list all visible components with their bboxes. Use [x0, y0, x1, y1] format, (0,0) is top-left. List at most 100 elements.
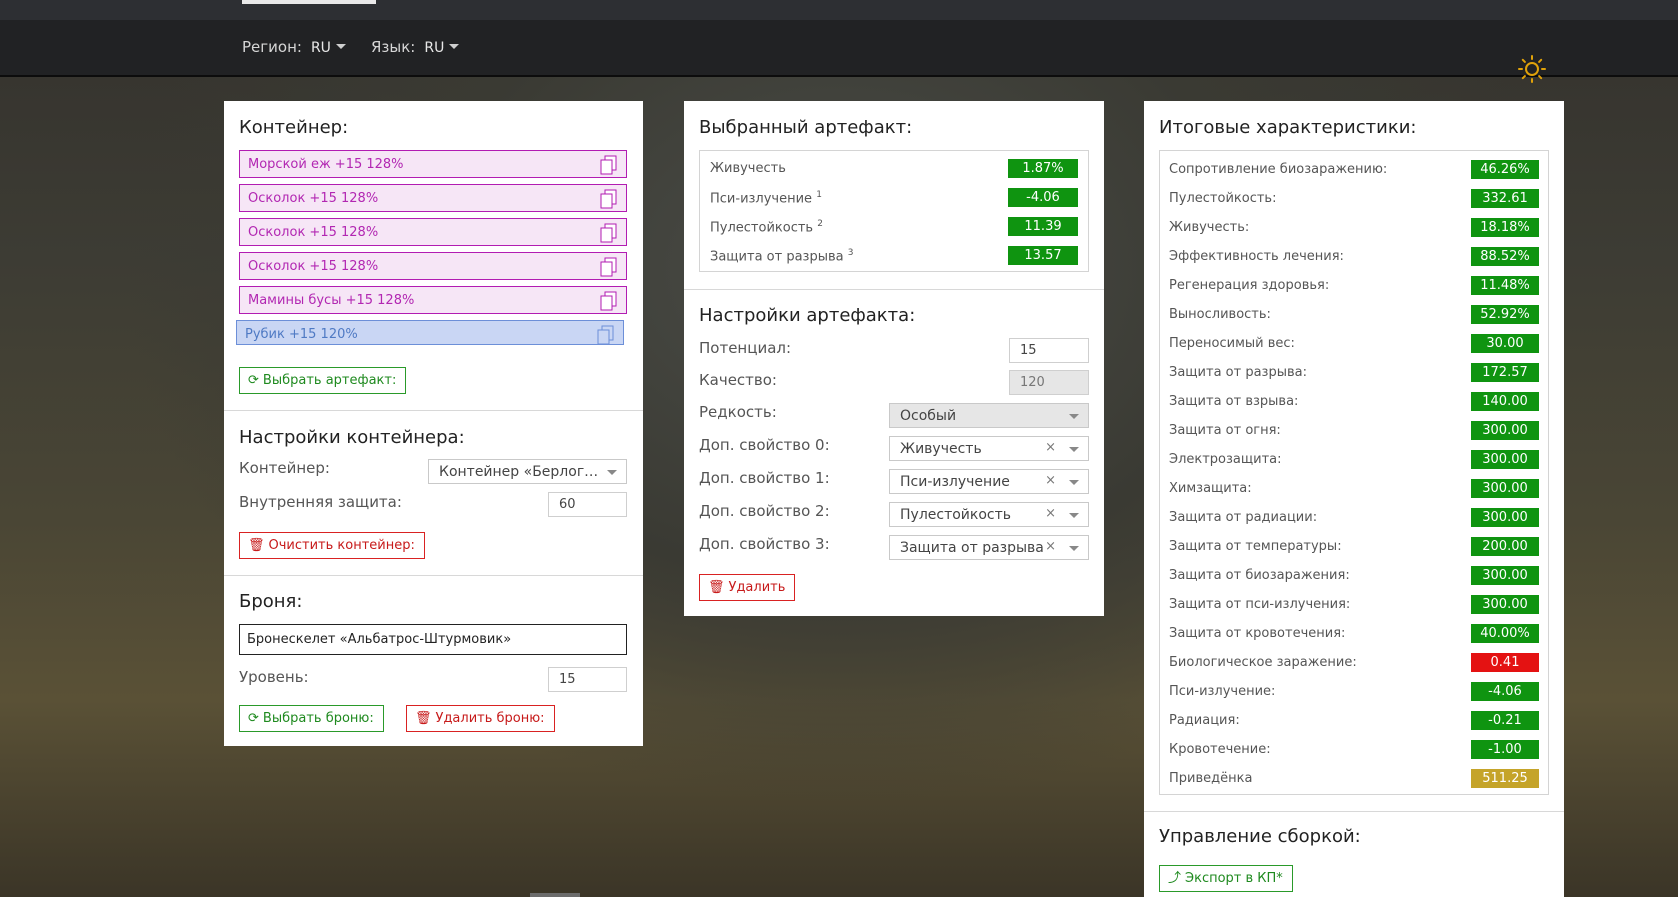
artifact-slot-label: Морской еж +15 128% — [248, 157, 404, 172]
container-settings-title: Настройки контейнера: — [239, 427, 465, 448]
delete-artifact-button[interactable]: 🗑 Удалить — [699, 574, 796, 601]
language-value[interactable]: RU — [424, 40, 444, 56]
region-selector[interactable]: Регион: RU — [242, 38, 346, 56]
theme-toggle-sun-icon[interactable] — [1518, 55, 1546, 83]
stat-name: Защита от разрыва 3 — [710, 248, 854, 265]
armor-level-input[interactable]: 15 — [548, 667, 627, 692]
total-stat-value: 300.00 — [1471, 479, 1539, 498]
extra0-value: Живучесть — [900, 441, 982, 457]
armor-title: Броня: — [239, 591, 303, 612]
total-stat-row: Переносимый вес: 30.00 — [1169, 334, 1539, 354]
total-stat-value: 300.00 — [1471, 566, 1539, 585]
total-stat-name: Приведёнка — [1169, 771, 1253, 786]
select-artifact-button[interactable]: ⟳ Выбрать артефакт: — [239, 367, 407, 394]
total-stat-row: Выносливость: 52.92% — [1169, 305, 1539, 325]
total-stat-name: Живучесть: — [1169, 220, 1250, 235]
artifact-slot-5[interactable]: Мамины бусы +15 128% — [239, 286, 627, 314]
total-stat-row: Защита от огня: 300.00 — [1169, 421, 1539, 441]
armor-name-field[interactable]: Бронескелет «Альбатрос-Штурмовик» — [239, 624, 627, 655]
inner-protection-label: Внутренняя защита: — [239, 493, 402, 511]
copy-icon[interactable] — [600, 223, 618, 243]
region-label: Регион: — [242, 38, 302, 56]
site-logo[interactable] — [242, 0, 376, 4]
total-stat-name: Регенерация здоровья: — [1169, 278, 1330, 293]
clear-container-button[interactable]: 🗑 Очистить контейнер: — [239, 532, 425, 559]
copy-icon[interactable] — [600, 189, 618, 209]
total-stat-name: Электрозащита: — [1169, 452, 1282, 467]
region-value[interactable]: RU — [311, 40, 331, 56]
trash-icon: 🗑 — [415, 711, 432, 726]
total-stat-row: Живучесть: 18.18% — [1169, 218, 1539, 238]
stat-value: 1.87% — [1008, 159, 1078, 178]
language-selector[interactable]: Язык: RU — [371, 38, 460, 56]
extra0-select[interactable]: Живучесть × — [889, 436, 1089, 461]
totals-stats: Сопротивление биозаражению: 46.26% Пулесто… — [1159, 150, 1549, 795]
export-button[interactable]: ⤴ Экспорт в КП* — [1159, 865, 1293, 892]
total-stat-name: Кровотечение: — [1169, 742, 1271, 757]
rarity-label: Редкость: — [699, 403, 777, 421]
total-stat-row: Приведёнка 511.25 — [1169, 769, 1539, 789]
container-type-select[interactable]: Контейнер «Берлога… — [428, 459, 627, 484]
total-stat-name: Защита от кровотечения: — [1169, 626, 1346, 641]
extra0-label: Доп. свойство 0: — [699, 436, 830, 454]
copy-icon[interactable] — [600, 257, 618, 277]
selected-artifact-panel: Выбранный артефакт: Живучесть 1.87% Пси-… — [684, 101, 1104, 616]
total-stat-name: Защита от температуры: — [1169, 539, 1342, 554]
total-stat-value: -1.00 — [1471, 740, 1539, 759]
chevron-down-icon — [1069, 414, 1079, 419]
refresh-icon: ⟳ — [248, 373, 259, 388]
select-artifact-label: Выбрать артефакт: — [262, 373, 397, 388]
artifact-slot-label: Осколок +15 128% — [248, 191, 379, 206]
total-stat-value: -4.06 — [1471, 682, 1539, 701]
container-panel: Контейнер: Морской еж +15 128% Осколок +… — [224, 101, 643, 746]
total-stat-value: 18.18% — [1471, 218, 1539, 237]
total-stat-value: 46.26% — [1471, 160, 1539, 179]
artifact-slot-label: Осколок +15 128% — [248, 259, 379, 274]
delete-armor-button[interactable]: 🗑 Удалить броню: — [406, 705, 555, 732]
extra3-select[interactable]: Защита от разрыва × — [889, 535, 1089, 560]
total-stat-name: Химзащита: — [1169, 481, 1252, 496]
inner-protection-input[interactable]: 60 — [548, 492, 627, 517]
artifact-slot-4[interactable]: Осколок +15 128% — [239, 252, 627, 280]
extra3-value: Защита от разрыва — [900, 540, 1044, 556]
chevron-down-icon — [1069, 480, 1079, 485]
total-stat-row: Защита от радиации: 300.00 — [1169, 508, 1539, 528]
scrollbar-thumb[interactable] — [530, 893, 580, 897]
total-stat-value: 140.00 — [1471, 392, 1539, 411]
total-stat-name: Пулестойкость: — [1169, 191, 1277, 206]
total-stat-name: Биологическое заражение: — [1169, 655, 1357, 670]
clear-icon[interactable]: × — [1045, 539, 1056, 554]
stat-value: 11.39 — [1008, 217, 1078, 236]
artifact-slot-6-selected[interactable]: Рубик +15 120% — [236, 320, 624, 345]
copy-icon[interactable] — [600, 291, 618, 311]
artifact-slot-1[interactable]: Морской еж +15 128% — [239, 150, 627, 178]
extra1-select[interactable]: Пси-излучение × — [889, 469, 1089, 494]
divider — [224, 575, 643, 576]
potential-label: Потенциал: — [699, 339, 792, 357]
total-stat-name: Защита от разрыва: — [1169, 365, 1307, 380]
select-armor-label: Выбрать броню: — [262, 711, 374, 726]
clear-icon[interactable]: × — [1045, 473, 1056, 488]
totals-title: Итоговые характеристики: — [1159, 117, 1417, 138]
region-caret-icon[interactable] — [335, 44, 346, 49]
artifact-settings-title: Настройки артефакта: — [699, 305, 916, 326]
total-stat-value: 40.00% — [1471, 624, 1539, 643]
stat-row: Пулестойкость 2 11.39 — [710, 217, 1078, 237]
rarity-select[interactable]: Особый — [889, 403, 1089, 428]
delete-armor-label: Удалить броню: — [435, 711, 545, 726]
potential-input[interactable]: 15 — [1009, 338, 1089, 363]
total-stat-value: 172.57 — [1471, 363, 1539, 382]
language-caret-icon[interactable] — [449, 44, 460, 49]
copy-icon[interactable] — [600, 155, 618, 175]
extra2-select[interactable]: Пулестойкость × — [889, 502, 1089, 527]
artifact-slot-2[interactable]: Осколок +15 128% — [239, 184, 627, 212]
clear-icon[interactable]: × — [1045, 506, 1056, 521]
total-stat-value: 332.61 — [1471, 189, 1539, 208]
total-stat-name: Пси-излучение: — [1169, 684, 1276, 699]
artifact-slot-3[interactable]: Осколок +15 128% — [239, 218, 627, 246]
clear-icon[interactable]: × — [1045, 440, 1056, 455]
select-armor-button[interactable]: ⟳ Выбрать броню: — [239, 705, 384, 732]
copy-icon[interactable] — [597, 325, 615, 345]
stat-value: -4.06 — [1008, 188, 1078, 207]
armor-level-label: Уровень: — [239, 668, 309, 686]
